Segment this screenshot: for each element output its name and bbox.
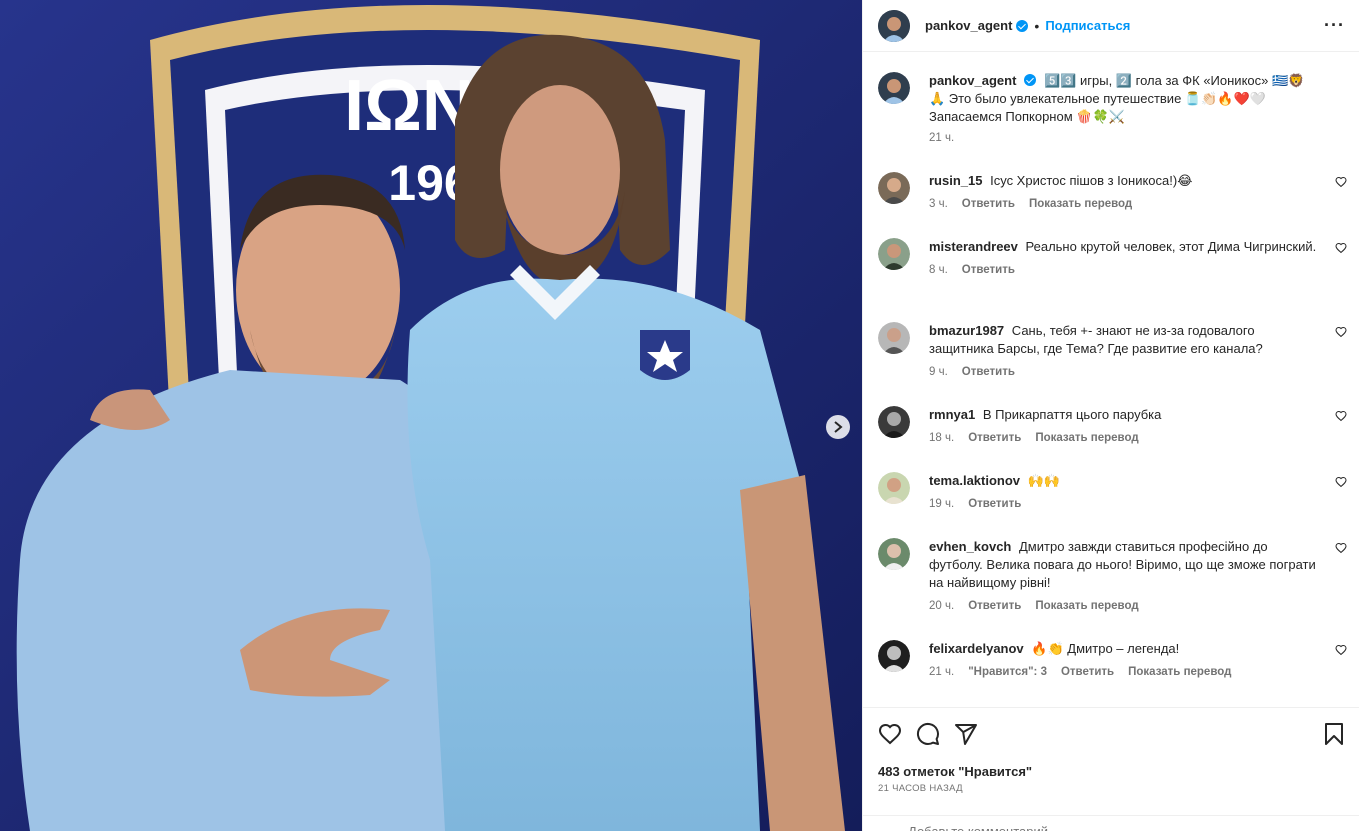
comment-item: rusin_15 Ісус Христос пішов з Іоникоса!)… <box>878 172 1347 210</box>
reply-button[interactable]: Ответить <box>962 198 1015 210</box>
bookmark-icon <box>1325 723 1343 745</box>
avatar[interactable] <box>878 238 910 270</box>
comment-text: В Прикарпаття цього парубка <box>982 407 1162 422</box>
likes-count[interactable]: 483 отметок "Нравится" <box>878 764 1344 779</box>
avatar[interactable] <box>878 472 910 504</box>
like-button[interactable] <box>878 722 902 746</box>
heart-icon <box>878 723 902 745</box>
caption-time: 21 ч. <box>929 132 955 144</box>
avatar[interactable] <box>878 322 910 354</box>
comment-time: 8 ч. <box>929 264 948 276</box>
translate-button[interactable]: Показать перевод <box>1029 198 1132 210</box>
heart-icon[interactable] <box>1335 326 1347 338</box>
heart-icon[interactable] <box>1335 542 1347 554</box>
avatar[interactable] <box>878 538 910 570</box>
reply-button[interactable]: Ответить <box>1061 666 1114 678</box>
chevron-right-icon <box>834 421 843 433</box>
post-time: 21 ЧАСОВ НАЗАД <box>878 783 963 794</box>
avatar[interactable] <box>878 640 910 672</box>
heart-icon[interactable] <box>1335 476 1347 488</box>
heart-icon[interactable] <box>1335 176 1347 188</box>
post-actions: 483 отметок "Нравится" 21 ЧАСОВ НАЗАД <box>863 707 1359 794</box>
comment-item: evhen_kovch Дмитро завжди ставиться проф… <box>878 538 1347 612</box>
avatar[interactable] <box>878 172 910 204</box>
reply-button[interactable]: Ответить <box>968 498 1021 510</box>
heart-icon[interactable] <box>1335 410 1347 422</box>
comment-username[interactable]: rusin_15 <box>929 173 982 188</box>
caption-username[interactable]: pankov_agent <box>929 73 1016 88</box>
avatar[interactable] <box>878 406 910 438</box>
comment-time: 18 ч. <box>929 432 955 444</box>
verified-icon <box>1024 74 1037 86</box>
comment-username[interactable]: tema.laktionov <box>929 473 1020 488</box>
reply-button[interactable]: Ответить <box>968 600 1021 612</box>
comment-time: 20 ч. <box>929 600 955 612</box>
reply-button[interactable]: Ответить <box>962 264 1015 276</box>
comment-time: 19 ч. <box>929 498 955 510</box>
comment-time: 21 ч. <box>929 666 955 678</box>
save-button[interactable] <box>1324 722 1344 746</box>
comment-icon <box>916 722 939 745</box>
post-caption: pankov_agent 5️⃣3️⃣ игры, 2️⃣ гола за ФК… <box>878 72 1347 144</box>
reply-button[interactable]: Ответить <box>962 366 1015 378</box>
post-image: ΙΩΝΙΚ 196 <box>0 0 862 831</box>
comment-item: bmazur1987 Сань, тебя +- знают не из-за … <box>878 322 1347 378</box>
comments-list: pankov_agent 5️⃣3️⃣ игры, 2️⃣ гола за ФК… <box>863 53 1359 707</box>
next-photo-button[interactable] <box>826 415 850 439</box>
comment-text: Ісус Христос пішов з Іоникоса!)😂 <box>990 173 1193 188</box>
comment-input[interactable] <box>908 824 1208 831</box>
verified-icon <box>1016 19 1029 32</box>
comment-username[interactable]: bmazur1987 <box>929 323 1004 338</box>
comment-item: tema.laktionov 🙌🙌 19 ч. Ответить <box>878 472 1347 510</box>
translate-button[interactable]: Показать перевод <box>1128 666 1231 678</box>
follow-button[interactable]: Подписаться <box>1045 18 1130 33</box>
comment-text: 🔥👏 Дмитро – легенда! <box>1031 641 1180 656</box>
comment-username[interactable]: rmnya1 <box>929 407 975 422</box>
share-button[interactable] <box>954 722 978 746</box>
separator-dot: • <box>1034 17 1040 34</box>
comment-text: Реально крутой человек, этот Дима Чигрин… <box>1025 239 1317 254</box>
add-comment-bar <box>863 815 1359 831</box>
comment-text: 🙌🙌 <box>1027 473 1061 488</box>
comment-time: 3 ч. <box>929 198 948 210</box>
avatar[interactable] <box>878 9 910 42</box>
post-header: pankov_agent • Подписаться ··· <box>863 0 1359 52</box>
avatar[interactable] <box>878 72 910 104</box>
comment-button[interactable] <box>916 722 940 746</box>
comment-username[interactable]: misterandreev <box>929 239 1018 254</box>
more-icon[interactable]: ··· <box>1324 16 1345 34</box>
comment-time: 9 ч. <box>929 366 948 378</box>
comment-likes[interactable]: "Нравится": 3 <box>968 666 1047 678</box>
comment-item: felixardelyanov 🔥👏 Дмитро – легенда! 21 … <box>878 640 1347 678</box>
heart-icon[interactable] <box>1335 644 1347 656</box>
translate-button[interactable]: Показать перевод <box>1035 432 1138 444</box>
post-photo[interactable]: ΙΩΝΙΚ 196 <box>0 0 862 831</box>
reply-button[interactable]: Ответить <box>968 432 1021 444</box>
heart-icon[interactable] <box>1335 242 1347 254</box>
post-side-panel: pankov_agent • Подписаться ··· pankov_ag… <box>862 0 1359 831</box>
translate-button[interactable]: Показать перевод <box>1035 600 1138 612</box>
comment-item: rmnya1 В Прикарпаття цього парубка 18 ч.… <box>878 406 1347 444</box>
comment-username[interactable]: evhen_kovch <box>929 539 1011 554</box>
comment-username[interactable]: felixardelyanov <box>929 641 1024 656</box>
comment-item: misterandreev Реально крутой человек, эт… <box>878 238 1347 276</box>
share-icon <box>955 724 977 745</box>
author-username[interactable]: pankov_agent <box>925 18 1012 33</box>
